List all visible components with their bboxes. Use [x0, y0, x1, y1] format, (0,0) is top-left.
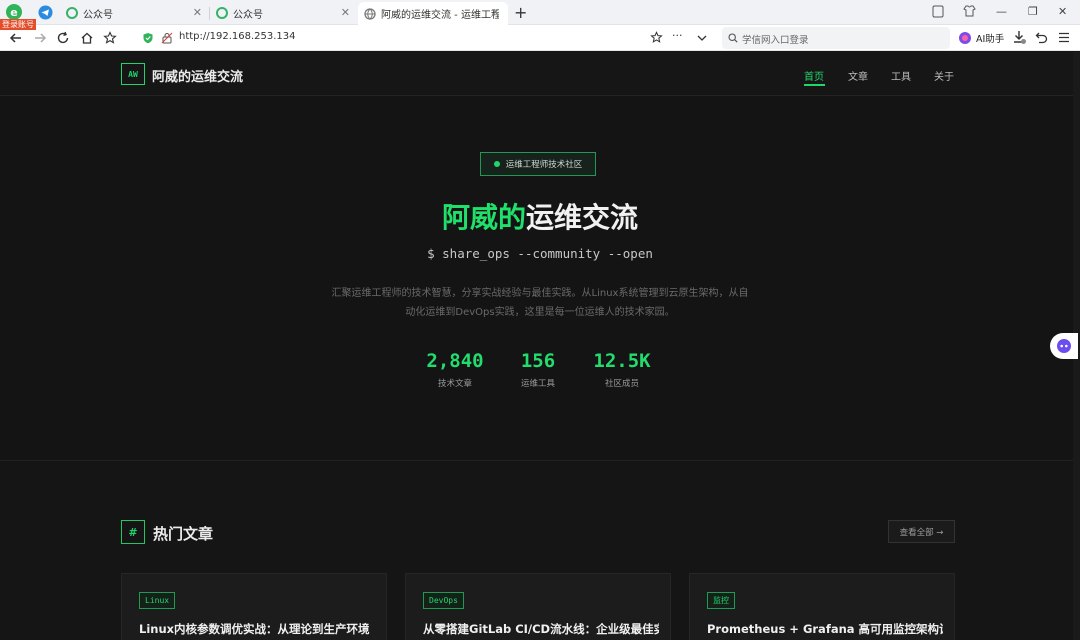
hero-title-highlight: 阿威的	[441, 201, 526, 234]
stat-articles-label: 技术文章	[437, 379, 472, 389]
refresh-icon[interactable]	[56, 31, 70, 45]
skin-shirt-icon[interactable]	[963, 5, 976, 17]
site-name[interactable]: 阿威的运维交流	[152, 66, 243, 85]
browser-tab-bar: e 登录账号 公众号 ✕ 公众号 ✕ 阿威的运维交流 - 运维工程师 ✕ + —…	[0, 0, 1080, 30]
chevron-down-icon[interactable]	[697, 34, 707, 42]
article-tag[interactable]: 监控	[707, 592, 735, 609]
hash-icon: #	[121, 520, 145, 544]
article-title[interactable]: Linux内核参数调优实战：从理论到生产环境	[139, 621, 375, 637]
hero-title-rest: 运维交流	[526, 201, 639, 234]
browser-address-bar: http://192.168.253.134 ··· 学信网入口登录 AI助手	[0, 25, 1080, 51]
forward-arrow-icon[interactable]	[33, 31, 47, 45]
minimize-icon[interactable]: —	[996, 5, 1007, 18]
globe-tab-icon	[364, 7, 376, 20]
stat-tools-label: 运维工具	[520, 379, 555, 389]
stat-articles-value: 2,840	[426, 350, 484, 372]
menu-icon[interactable]	[1058, 32, 1070, 43]
back-arrow-icon[interactable]	[9, 31, 23, 45]
new-tab-button[interactable]: +	[514, 3, 527, 22]
stat-members-label: 社区成员	[604, 379, 639, 389]
tab-label: 公众号	[233, 9, 263, 21]
login-account-badge[interactable]: 登录账号	[0, 19, 36, 30]
stat-members-value: 12.5K	[593, 350, 651, 372]
search-input[interactable]: 学信网入口登录	[722, 27, 950, 49]
wechat-tab-icon	[66, 7, 78, 19]
tab-active-site[interactable]: 阿威的运维交流 - 运维工程师 ✕	[358, 2, 508, 25]
tab-wechat-2[interactable]: 公众号 ✕	[210, 2, 358, 24]
wechat-tab-icon	[216, 7, 228, 19]
ai-assistant-label[interactable]: AI助手	[976, 31, 1004, 45]
hero-badge: 运维工程师技术社区	[480, 152, 596, 176]
article-tag[interactable]: Linux	[139, 592, 176, 609]
svg-text:e: e	[10, 6, 17, 19]
article-card[interactable]: Linux Linux内核参数调优实战：从理论到生产环境	[121, 573, 387, 640]
nav-tools[interactable]: 工具	[891, 68, 911, 83]
tab-count-icon[interactable]	[932, 5, 944, 18]
ai-assistant-icon[interactable]	[958, 31, 972, 45]
nav-articles[interactable]: 文章	[848, 68, 868, 83]
tab-wechat-1[interactable]: 公众号 ✕	[60, 2, 210, 24]
article-card[interactable]: 监控 Prometheus + Grafana 高可用监控架构设计与部署	[689, 573, 955, 640]
url-text[interactable]: http://192.168.253.134	[179, 31, 296, 42]
floating-assistant-button[interactable]	[1050, 333, 1078, 359]
tab-label: 阿威的运维交流 - 运维工程师	[381, 10, 499, 21]
close-icon[interactable]: ✕	[193, 6, 202, 19]
security-shield-icon[interactable]	[142, 32, 154, 44]
search-icon	[728, 33, 738, 43]
hero-title: 阿威的运维交流	[0, 196, 1080, 236]
restore-icon[interactable]: ❐	[1028, 5, 1038, 18]
bookmark-star-icon[interactable]	[650, 31, 663, 44]
download-icon[interactable]	[1012, 30, 1027, 45]
site-header: AW 阿威的运维交流 首页 文章 工具 关于	[0, 52, 1080, 96]
hero-description: 汇聚运维工程师的技术智慧，分享实战经验与最佳实践。从Linux系统管理到云原生架…	[331, 288, 749, 318]
hero-badge-label: 运维工程师技术社区	[505, 160, 583, 170]
close-icon[interactable]: ✕	[491, 6, 500, 19]
tab-label: 公众号	[83, 9, 113, 21]
web-page: AW 阿威的运维交流 首页 文章 工具 关于 运维工程师技术社区 阿威的运维交流…	[0, 52, 1080, 640]
assistant-bot-icon	[1057, 339, 1071, 353]
telegram-pinned-tab-icon[interactable]	[37, 4, 54, 21]
favorites-star-icon[interactable]	[103, 31, 117, 45]
stat-tools-value: 156	[520, 350, 556, 372]
section-title: 热门文章	[153, 525, 214, 543]
hero-section: 运维工程师技术社区 阿威的运维交流 $ share_ops --communit…	[0, 96, 1080, 461]
not-secure-lock-icon[interactable]	[161, 32, 173, 44]
search-placeholder: 学信网入口登录	[742, 35, 809, 46]
home-icon[interactable]	[80, 31, 94, 45]
nav-home[interactable]: 首页	[804, 68, 824, 83]
article-title[interactable]: Prometheus + Grafana 高可用监控架构设计与部署	[707, 621, 943, 637]
site-logo[interactable]: AW	[121, 63, 145, 85]
article-tag[interactable]: DevOps	[423, 592, 464, 609]
undo-icon[interactable]	[1035, 31, 1048, 44]
close-icon[interactable]: ✕	[341, 6, 350, 19]
article-title[interactable]: 从零搭建GitLab CI/CD流水线：企业级最佳实践	[423, 621, 659, 637]
view-all-button[interactable]: 查看全部 →	[888, 520, 955, 543]
window-close-icon[interactable]: ✕	[1058, 5, 1067, 18]
article-card[interactable]: DevOps 从零搭建GitLab CI/CD流水线：企业级最佳实践	[405, 573, 671, 640]
status-dot-icon	[493, 161, 500, 167]
nav-about[interactable]: 关于	[934, 68, 954, 83]
more-dots-icon[interactable]: ···	[672, 29, 683, 42]
hero-command: $ share_ops --community --open	[427, 246, 653, 261]
nav-active-indicator	[804, 84, 825, 86]
